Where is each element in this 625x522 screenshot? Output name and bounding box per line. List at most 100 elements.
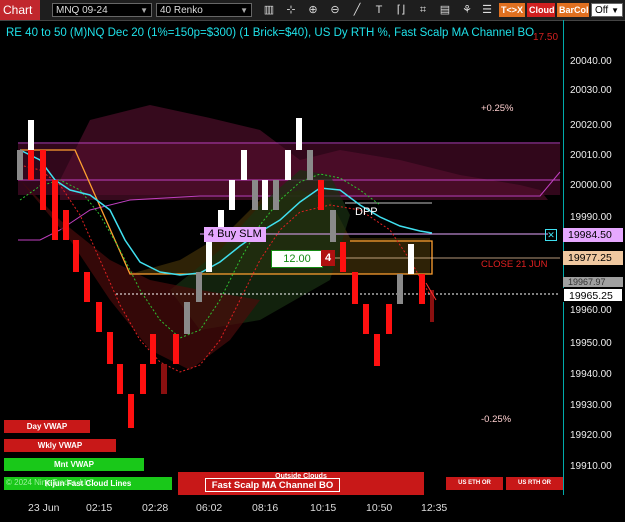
price-label: 19930.00 [570, 400, 612, 411]
brick [73, 240, 79, 272]
brick [352, 272, 358, 304]
us-eth-or-button[interactable]: US ETH OR [446, 477, 503, 490]
chevron-down-icon: ▼ [140, 6, 148, 15]
title-price-note: 17.50 [533, 32, 559, 43]
brick [107, 332, 113, 364]
brick [340, 242, 346, 272]
time-label: 08:16 [252, 502, 279, 514]
chevron-down-icon: ▼ [240, 6, 248, 15]
pct-down-label: -0.25% [481, 414, 512, 425]
chart-title: RE 40 to 50 (M)NQ Dec 20 (1%=150p=$300) … [6, 27, 535, 39]
brick [96, 302, 102, 332]
brick [273, 180, 279, 210]
time-label: 12:35 [421, 502, 448, 514]
last-price-tag: 19965.25 [563, 288, 623, 302]
instrument-value: MNQ 09-24 [56, 5, 108, 16]
time-label: 23 Jun [28, 502, 60, 514]
template-icon[interactable]: ▤ [438, 2, 452, 18]
price-label: 19920.00 [570, 430, 612, 441]
price-label: 19960.00 [570, 305, 612, 316]
brick [397, 274, 403, 304]
zoom-in-icon[interactable]: ⊕ [306, 2, 320, 18]
brick [285, 150, 291, 180]
day-vwap-button[interactable]: Day VWAP [4, 420, 90, 433]
strategy-icon[interactable]: ⚘ [460, 2, 474, 18]
brackets-icon[interactable]: ⌈⌋ [394, 2, 408, 18]
brick [363, 304, 369, 334]
brick [52, 210, 58, 240]
brick [307, 150, 313, 180]
brick [63, 210, 69, 240]
off-selector[interactable]: Off ▼ [591, 3, 623, 17]
brick [40, 150, 46, 180]
fast-scalp-ma-button[interactable]: Fast Scalp MA Channel BO [205, 478, 340, 492]
brick [419, 274, 425, 304]
price-label: 19990.00 [570, 212, 612, 223]
price-label: 20040.00 [570, 56, 612, 67]
brick [117, 364, 123, 394]
copyright-text: © 2024 NinjaTrader, LLC [6, 478, 95, 487]
brick [386, 304, 392, 334]
time-label: 10:50 [366, 502, 393, 514]
bar-chart-icon[interactable]: ▥ [262, 2, 276, 18]
buy-price-tag: 19984.50 [563, 228, 623, 242]
chart-menu-button[interactable]: Chart [0, 0, 40, 20]
pct-up-label: +0.25% [481, 103, 514, 114]
brick [296, 118, 302, 150]
brick [241, 150, 247, 180]
brick [84, 272, 90, 302]
brick [374, 334, 380, 366]
tx-button[interactable]: T<>X [499, 3, 525, 17]
brick [196, 272, 202, 302]
brick [28, 150, 34, 180]
draw-line-icon[interactable]: ╱ [350, 2, 364, 18]
price-label: 20030.00 [570, 85, 612, 96]
crosshair-icon[interactable]: ⊹ [284, 2, 298, 18]
brick [28, 120, 34, 150]
cloud-button[interactable]: Cloud [527, 3, 555, 17]
brick [40, 180, 46, 210]
zoom-out-icon[interactable]: ⊖ [328, 2, 342, 18]
toolbar: Chart MNQ 09-24 ▼ 40 Renko ▼ ▥ ⊹ ⊕ ⊖ ╱ T… [0, 0, 625, 21]
brick [52, 180, 58, 210]
brick [330, 210, 336, 242]
brick [128, 394, 134, 428]
price-label: 19940.00 [570, 369, 612, 380]
brick [173, 334, 179, 364]
price-label: 19950.00 [570, 338, 612, 349]
text-tool-icon[interactable]: T [372, 2, 386, 18]
brick [408, 244, 414, 274]
dpp-label: DPP [355, 206, 378, 218]
close-price-tag: 19977.25 [563, 251, 623, 265]
price-label: 20020.00 [570, 120, 612, 131]
price-label: 20010.00 [570, 150, 612, 161]
bar-type-selector[interactable]: 40 Renko ▼ [156, 3, 252, 17]
order-quantity-field[interactable]: 12.00 [271, 250, 323, 268]
mnt-vwap-button[interactable]: Mnt VWAP [4, 458, 144, 471]
chevron-down-icon: ▼ [611, 6, 619, 15]
price-label: 19910.00 [570, 461, 612, 472]
price-label: 20000.00 [570, 180, 612, 191]
time-label: 02:28 [142, 502, 169, 514]
brick [229, 180, 235, 210]
buy-slm-order[interactable]: 4 Buy SLM [204, 227, 266, 242]
hidden-price-tag: 19967.97 [563, 277, 623, 287]
brick [206, 242, 212, 272]
brick [318, 180, 324, 210]
properties-icon[interactable]: ☰ [480, 2, 494, 18]
close-icon[interactable]: ✕ [545, 229, 557, 241]
brick [17, 150, 23, 180]
close-21-jun-label: CLOSE 21 JUN [481, 259, 548, 270]
brick [161, 364, 167, 394]
instrument-selector[interactable]: MNQ 09-24 ▼ [52, 3, 152, 17]
time-label: 06:02 [196, 502, 223, 514]
barcol-button[interactable]: BarCol [557, 3, 589, 17]
indicators-icon[interactable]: ⌗ [416, 2, 430, 18]
brick [184, 302, 190, 334]
wkly-vwap-button[interactable]: Wkly VWAP [4, 439, 116, 452]
order-count-badge[interactable]: 4 [321, 250, 335, 266]
time-label: 10:15 [310, 502, 337, 514]
brick [252, 180, 258, 210]
us-rth-or-button[interactable]: US RTH OR [506, 477, 563, 490]
bar-type-value: 40 Renko [160, 5, 203, 16]
